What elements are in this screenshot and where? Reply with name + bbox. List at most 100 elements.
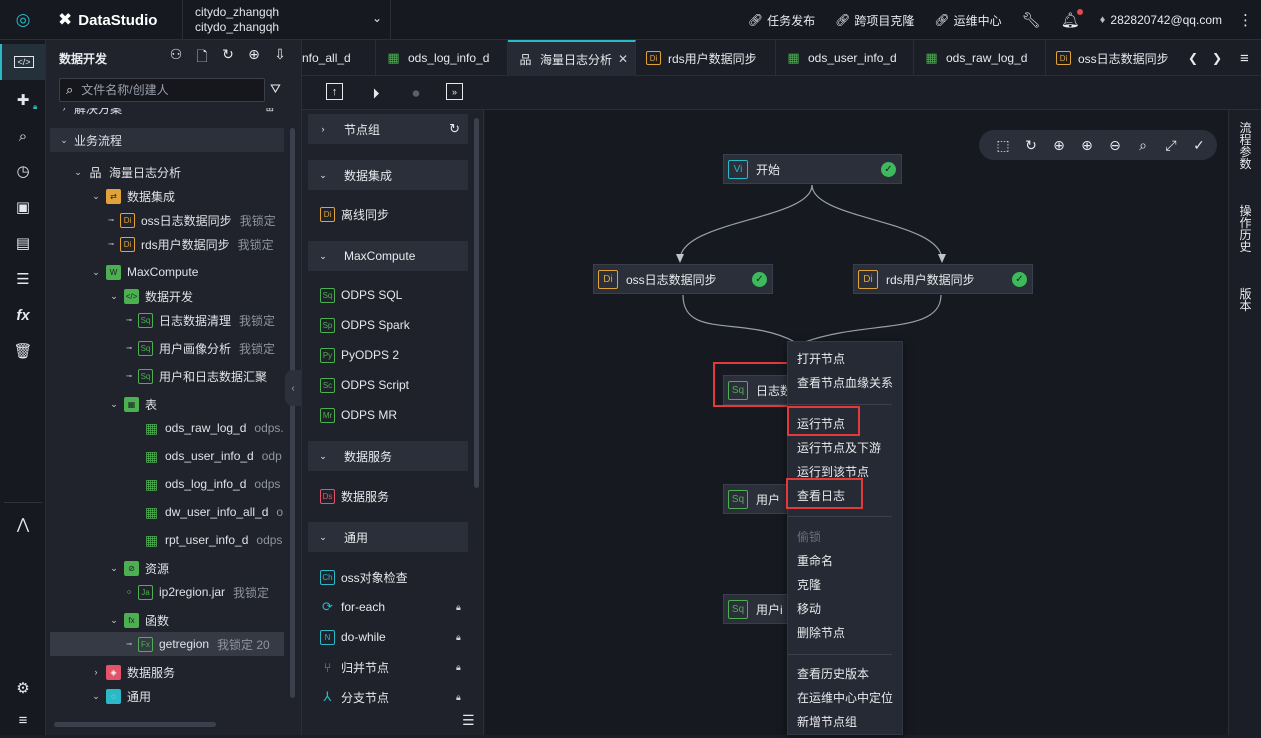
- menu-run-downstream[interactable]: 运行节点及下游: [797, 437, 881, 457]
- tree-item-sql3[interactable]: ⊸ Sq 用户和日志数据汇聚: [50, 364, 284, 388]
- task-publish-link[interactable]: 🔗︎ 任务发布: [748, 12, 815, 29]
- refresh-icon[interactable]: ↻: [215, 46, 241, 70]
- node-rds-sync[interactable]: Di rds用户数据同步 ✓: [853, 264, 1033, 294]
- tree-item-jar[interactable]: ○ Ja ip2region.jar 我锁定: [50, 580, 284, 604]
- run-icon[interactable]: ⏵: [366, 83, 386, 103]
- refresh-icon[interactable]: ↻: [449, 121, 460, 137]
- project-selector[interactable]: citydo_zhangqh citydo_zhangqh ⌄: [182, 0, 391, 40]
- zoom-in-icon[interactable]: ⊕: [1073, 137, 1101, 154]
- new-file-icon[interactable]: 🗋︎: [189, 46, 215, 70]
- tree-folder-dev[interactable]: ⌄ </> 数据开发: [50, 284, 284, 308]
- node-oss-sync[interactable]: Di oss日志数据同步 ✓: [593, 264, 773, 294]
- trash-icon[interactable]: 🗑︎: [0, 333, 46, 369]
- menu-view-lineage[interactable]: 查看节点血缘关系: [797, 372, 893, 392]
- palette-group-dataservice[interactable]: ⌄ 数据服务: [308, 441, 468, 471]
- collapse-list-icon[interactable]: ☰: [462, 712, 475, 729]
- tree-folder-resources[interactable]: ⌄ ⊘ 资源: [50, 556, 284, 580]
- flow-params-tab[interactable]: 流程参数: [1229, 122, 1261, 170]
- tree-folder-functions[interactable]: ⌄ fx 函数: [50, 608, 284, 632]
- collapse-panel-button[interactable]: ‹: [285, 370, 301, 406]
- publish-icon[interactable]: »: [446, 83, 463, 100]
- palette-group-general[interactable]: ⌄ 通用: [308, 522, 468, 552]
- operation-history-tab[interactable]: 操作历史: [1229, 205, 1261, 253]
- submit-icon[interactable]: ↑: [326, 83, 343, 100]
- import-icon[interactable]: ⇩: [267, 46, 293, 70]
- format-icon[interactable]: ✓: [1185, 137, 1213, 154]
- brand[interactable]: ✖ DataStudio: [58, 0, 157, 40]
- tree-item-sql1[interactable]: ⊸ Sq 日志数据清理 我锁定: [50, 308, 284, 332]
- palette-group-maxcompute[interactable]: ⌄ MaxCompute: [308, 241, 468, 271]
- code-icon[interactable]: </>: [0, 44, 46, 80]
- user-account[interactable]: ♦ 282820742@qq.com: [1100, 13, 1222, 27]
- menu-delete-node[interactable]: 删除节点: [797, 622, 845, 642]
- palette-item-pyodps[interactable]: Py PyODPS 2: [320, 343, 399, 367]
- layout-icon[interactable]: ⊕: [1045, 137, 1073, 154]
- settings-icon[interactable]: ⚙︎: [0, 670, 46, 706]
- palette-item-odps-sql[interactable]: Sq ODPS SQL: [320, 283, 402, 307]
- horizontal-scrollbar[interactable]: [54, 722, 216, 727]
- tree-folder-maxcompute[interactable]: ⌄ W MaxCompute: [50, 260, 284, 284]
- bell-icon[interactable]: 🔔︎: [1061, 9, 1083, 29]
- menu-locate-ops[interactable]: 在运维中心中定位: [797, 687, 893, 707]
- tree-item-table[interactable]: ▦ ods_raw_log_d odps.: [50, 416, 284, 440]
- tab-next-icon[interactable]: ❯: [1212, 40, 1222, 76]
- palette-item-merge[interactable]: ⑂ 归并节点 🔒︎: [320, 655, 461, 679]
- tree-item-function[interactable]: ⊸ Fx getregion 我锁定 20: [50, 632, 284, 656]
- more-vertical-icon[interactable]: ⋮: [1238, 11, 1253, 29]
- grid-icon[interactable]: ⊞: [266, 108, 274, 114]
- search-icon[interactable]: ⌕: [0, 118, 46, 154]
- tree-item-sql2[interactable]: ⊸ Sq 用户画像分析 我锁定: [50, 336, 284, 360]
- tree-folder-integration[interactable]: ⌄ ⇄ 数据集成: [50, 184, 284, 208]
- menu-steal-lock[interactable]: 偷锁: [797, 526, 821, 546]
- palette-item-foreach[interactable]: ⟳ for-each 🔒︎: [320, 595, 461, 619]
- tab-rds-sync[interactable]: Di rds用户数据同步: [636, 40, 776, 76]
- component-icon[interactable]: ✚ 🔒︎: [0, 82, 46, 118]
- refresh-icon[interactable]: ↻: [1017, 137, 1045, 154]
- node-user-merge[interactable]: Sq 用户i: [723, 594, 789, 624]
- tree-item-oss-sync[interactable]: ⊸ Di oss日志数据同步 我锁定: [50, 208, 284, 232]
- close-icon[interactable]: ✕: [618, 52, 628, 66]
- palette-item-dataservice[interactable]: Ds 数据服务: [320, 484, 389, 508]
- file-search-input[interactable]: [81, 83, 252, 97]
- function-icon[interactable]: fx: [0, 297, 46, 333]
- node-start[interactable]: Vi 开始 ✓: [723, 154, 902, 184]
- tree-item-solutions[interactable]: › 解决方案 ⊞: [50, 108, 284, 116]
- locate-icon[interactable]: ⊕: [241, 46, 267, 70]
- zoom-out-icon[interactable]: ⊖: [1101, 137, 1129, 154]
- list-icon[interactable]: ☰: [0, 261, 46, 297]
- tab-dw-user-info-all[interactable]: nfo_all_d: [302, 40, 376, 76]
- cross-project-clone-link[interactable]: 🔗︎ 跨项目克隆: [835, 12, 914, 29]
- palette-item-branch[interactable]: ⅄ 分支节点 🔒︎: [320, 685, 461, 709]
- menu-view-history[interactable]: 查看历史版本: [797, 663, 869, 683]
- menu-move[interactable]: 移动: [797, 598, 821, 618]
- tree-item-table[interactable]: ▦ ods_user_info_d odp: [50, 444, 284, 468]
- tab-ods-user-info[interactable]: ▦ ods_user_info_d: [776, 40, 914, 76]
- tab-oss-sync[interactable]: Di oss日志数据同步: [1046, 40, 1180, 76]
- menu-open-node[interactable]: 打开节点: [797, 348, 845, 368]
- tree-item-workflow[interactable]: ⌄ 品海量日志分析: [50, 160, 284, 184]
- tab-workflow[interactable]: 品海量日志分析 ✕: [508, 40, 636, 76]
- palette-item-dowhile[interactable]: Ndo-while 🔒︎: [320, 625, 461, 649]
- table-icon[interactable]: ▤: [0, 225, 46, 261]
- palette-group-integration[interactable]: ⌄ 数据集成: [308, 160, 468, 190]
- palette-group-nodegroup[interactable]: › 节点组 ↻: [308, 114, 468, 144]
- palette-item-odps-spark[interactable]: Sp ODPS Spark: [320, 313, 410, 337]
- tree-folder-data-service[interactable]: › ◈ 数据服务: [50, 660, 284, 684]
- menu-icon[interactable]: ≡: [0, 702, 46, 738]
- menu-rename[interactable]: 重命名: [797, 550, 833, 570]
- tab-prev-icon[interactable]: ❮: [1188, 40, 1198, 76]
- user-filter-icon[interactable]: ⚇: [163, 46, 189, 70]
- menu-clone[interactable]: 克隆: [797, 574, 821, 594]
- filter-icon[interactable]: ⛛: [270, 81, 281, 97]
- tab-menu-icon[interactable]: ≡: [1240, 40, 1249, 76]
- clock-icon[interactable]: ◷: [0, 153, 46, 189]
- tree-section-business-flow[interactable]: ⌄ 业务流程: [50, 128, 284, 152]
- tree-item-table[interactable]: ▦ ods_log_info_d odps: [50, 472, 284, 496]
- version-tab[interactable]: 版本: [1229, 288, 1261, 312]
- palette-item-odps-mr[interactable]: Mr ODPS MR: [320, 403, 397, 427]
- palette-item-oss-check[interactable]: Ch oss对象检查: [320, 565, 408, 589]
- tree-scrollbar[interactable]: [290, 128, 295, 698]
- search-icon[interactable]: ⌕: [1129, 137, 1157, 154]
- tree-folder-tables[interactable]: ⌄ ▦ 表: [50, 392, 284, 416]
- briefcase-icon[interactable]: ▣: [0, 189, 46, 225]
